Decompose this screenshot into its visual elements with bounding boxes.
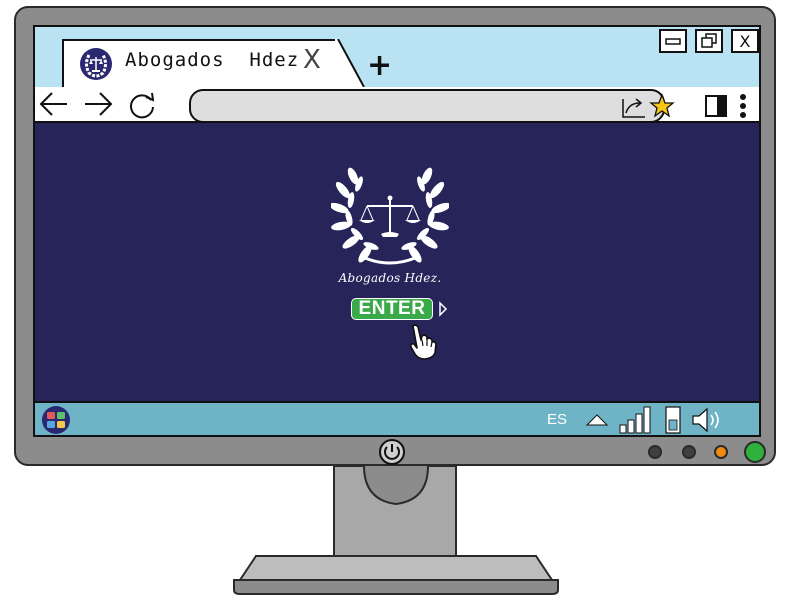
tab-edge xyxy=(335,39,365,87)
browser-tab-bar: Abogados Hdez X + X xyxy=(35,27,759,89)
tab-close-button[interactable]: X xyxy=(303,47,321,73)
speaker-icon[interactable] xyxy=(691,407,727,433)
status-light-orange xyxy=(714,445,728,459)
scales-laurel-logo xyxy=(331,167,449,265)
enter-arrow-icon[interactable] xyxy=(438,301,448,317)
window-close-button[interactable]: X xyxy=(731,29,759,53)
new-tab-button[interactable]: + xyxy=(367,51,392,81)
status-light-dark xyxy=(648,445,662,459)
monitor-screen: Abogados Hdez X + X Abogados Hdez. ENTER… xyxy=(33,25,761,437)
monitor-stand xyxy=(233,465,559,595)
start-icon[interactable] xyxy=(41,405,71,435)
restore-button[interactable] xyxy=(695,29,723,53)
sidebar-icon[interactable] xyxy=(703,93,729,119)
tab-title: Abogados Hdez xyxy=(125,49,300,71)
reload-icon[interactable] xyxy=(125,89,159,119)
share-icon[interactable] xyxy=(621,93,647,119)
scales-laurel-icon xyxy=(80,48,112,80)
power-button[interactable] xyxy=(378,438,406,466)
battery-icon[interactable] xyxy=(663,405,683,435)
chevron-up-icon[interactable] xyxy=(585,411,609,429)
forward-arrow-icon[interactable] xyxy=(81,89,115,119)
taskbar: ES xyxy=(35,401,759,435)
minimize-button[interactable] xyxy=(659,29,687,53)
status-light-green xyxy=(744,441,766,463)
restore-icon xyxy=(701,33,717,48)
back-arrow-icon[interactable] xyxy=(37,89,71,119)
brand-name: Abogados Hdez. xyxy=(338,271,442,285)
minimize-icon xyxy=(665,38,681,45)
language-indicator[interactable]: ES xyxy=(547,411,567,428)
address-bar[interactable] xyxy=(189,89,665,123)
star-icon[interactable] xyxy=(649,93,675,119)
hand-cursor-icon xyxy=(410,324,437,360)
status-light-dark xyxy=(682,445,696,459)
signal-bars-icon[interactable] xyxy=(619,405,655,435)
kebab-menu-icon[interactable] xyxy=(733,93,753,119)
enter-button[interactable]: ENTER xyxy=(351,298,433,320)
